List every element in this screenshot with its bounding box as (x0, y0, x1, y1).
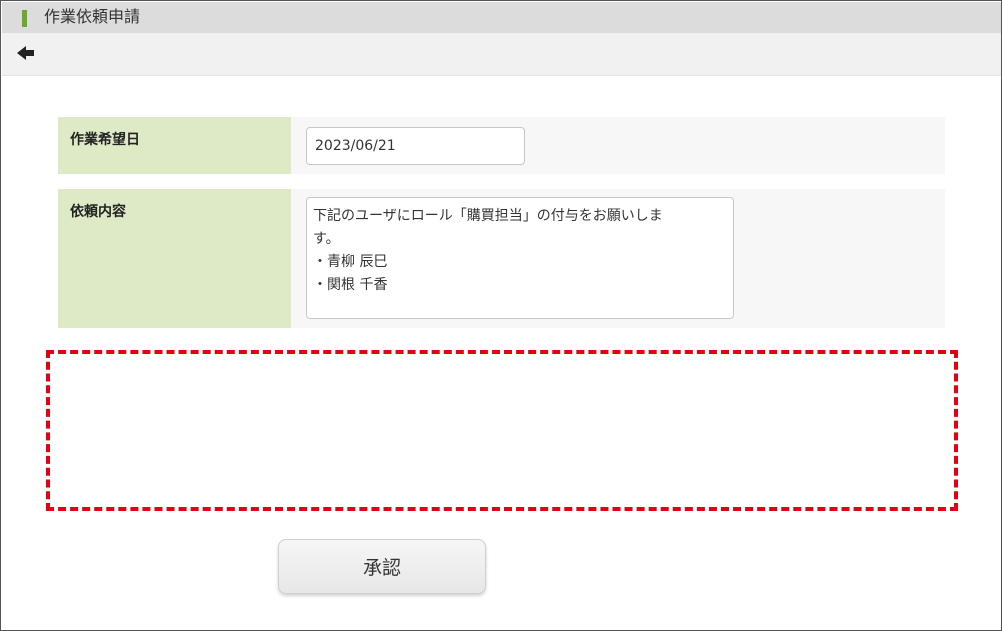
form-row-desired-date: 作業希望日 (58, 117, 945, 174)
request-content-label: 依頼内容 (70, 204, 126, 220)
page-title: 作業依頼申請 (44, 7, 141, 26)
arrow-left-icon (17, 46, 34, 60)
title-bar: 作業依頼申請 (2, 2, 1001, 33)
back-button[interactable] (14, 43, 38, 63)
textarea-line: 下記のユーザにロール「購買担当」の付与をお願いしま (313, 208, 663, 224)
label-cell: 依頼内容 (58, 189, 291, 328)
request-content-textarea[interactable]: 下記のユーザにロール「購買担当」の付与をお願いしま す。 ・青柳 辰巳 ・関根 … (306, 197, 734, 319)
form-row-request-content: 依頼内容 下記のユーザにロール「購買担当」の付与をお願いしま す。 ・青柳 辰巳… (58, 189, 945, 328)
desired-date-input[interactable] (306, 127, 525, 165)
app-window: 作業依頼申請 作業希望日 依頼内容 下記のユーザにロール「購買担当」の付与をお願… (0, 0, 1002, 631)
toolbar (2, 33, 1001, 76)
desired-date-label: 作業希望日 (70, 132, 140, 148)
label-cell: 作業希望日 (58, 117, 291, 174)
textarea-line: す。 (313, 231, 340, 247)
highlight-placeholder-area (46, 350, 958, 511)
textarea-line: ・青柳 辰巳 (313, 254, 388, 270)
textarea-line: ・関根 千香 (313, 277, 388, 293)
title-accent-bar (22, 10, 27, 27)
approve-button[interactable]: 承認 (278, 539, 486, 594)
